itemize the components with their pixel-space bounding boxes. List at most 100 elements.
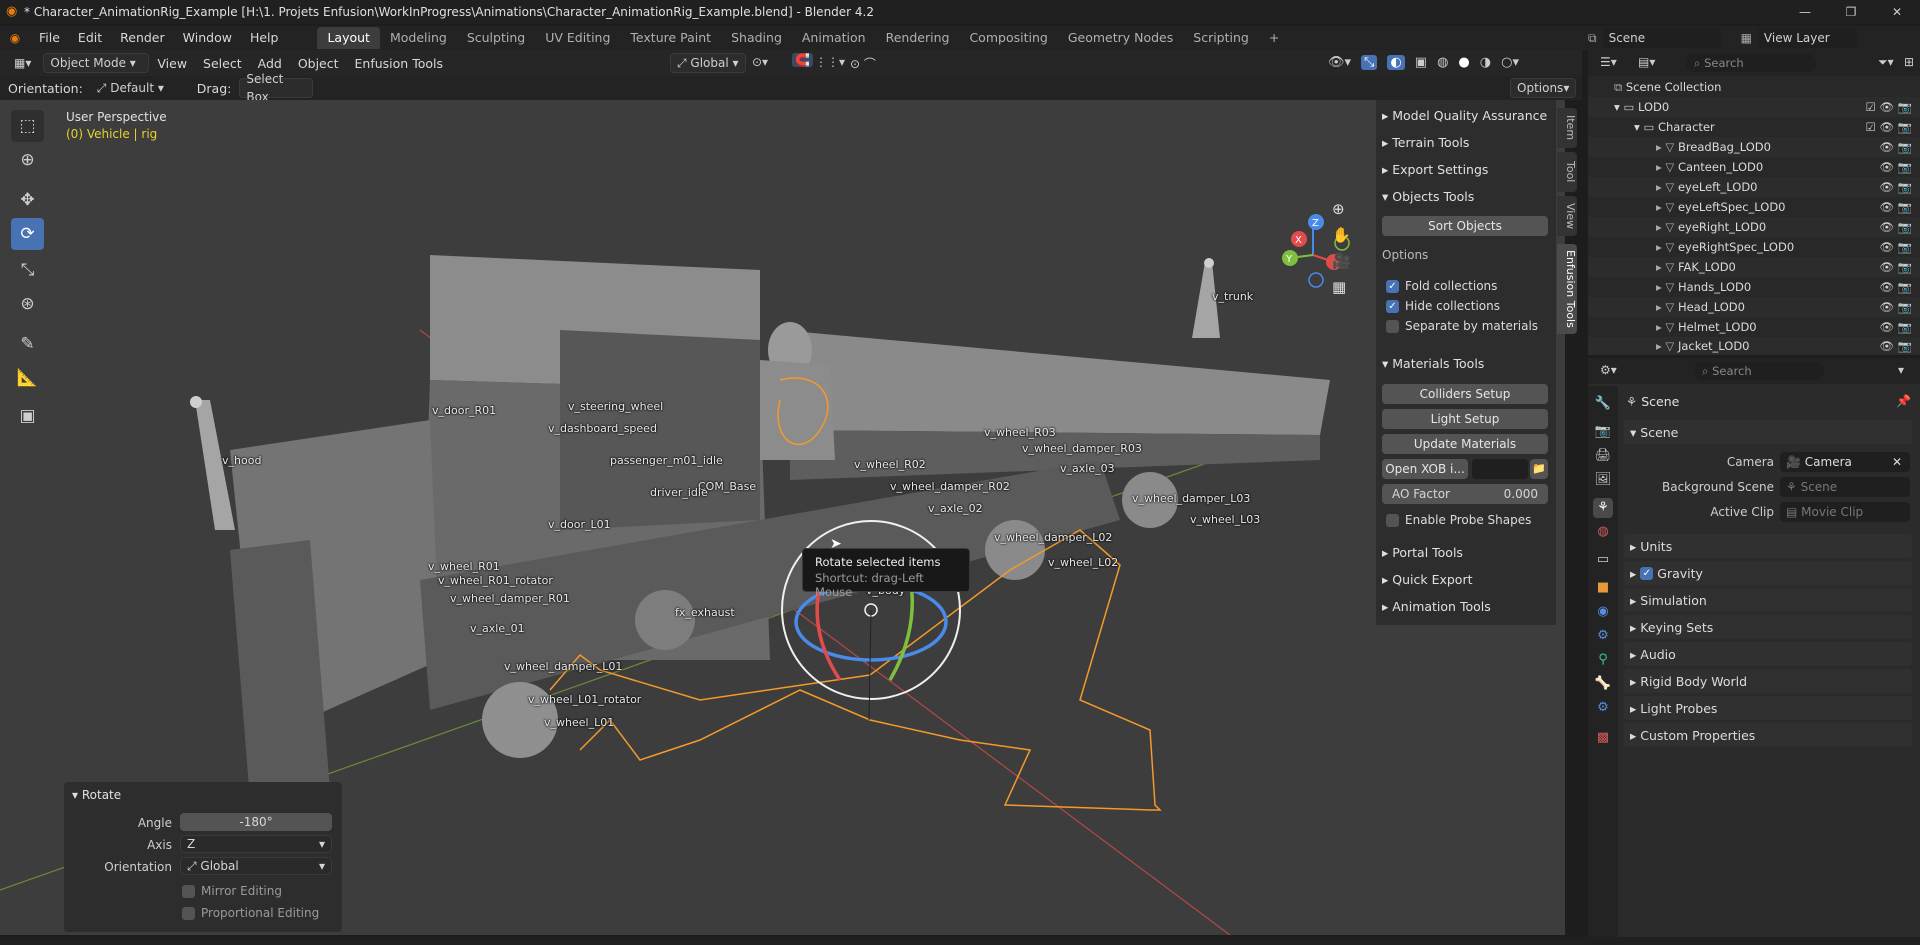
tab-modeling[interactable]: Modeling <box>380 27 457 49</box>
outliner-row-character[interactable]: ▾ ▭ Character ☑ 👁 📷 <box>1588 117 1920 137</box>
bone-tab-icon[interactable]: 🦴 <box>1593 674 1613 694</box>
overlay-toggle-icon[interactable]: ◐ <box>1387 55 1405 70</box>
properties-search-input[interactable]: ⌕ Search <box>1694 362 1824 380</box>
panel-gravity[interactable]: ▸ ✓ Gravity <box>1624 561 1912 585</box>
panel-light-probes[interactable]: ▸ Light Probes <box>1624 696 1912 720</box>
physics-tab-icon[interactable]: ◉ <box>1593 602 1613 622</box>
pin-icon[interactable]: 📌 <box>1896 394 1911 408</box>
panel-units[interactable]: ▸ Units <box>1624 534 1912 558</box>
output-tab-icon[interactable]: 🖨 <box>1593 446 1613 466</box>
scene-panel-header[interactable]: ▾ Scene <box>1624 420 1912 444</box>
tab-layout[interactable]: Layout <box>317 27 380 49</box>
colliders-setup-button[interactable]: Colliders Setup <box>1382 384 1548 404</box>
zoom-icon[interactable]: ⊕ <box>1332 200 1345 218</box>
proportional-editing-checkbox[interactable]: Proportional Editing <box>182 904 319 922</box>
transform-tool[interactable]: ⊛ <box>11 288 44 320</box>
outliner-row-object[interactable]: ▸ ▽ Canteen_LOD0 👁 📷 <box>1588 157 1920 177</box>
panel-rigid-body-world[interactable]: ▸ Rigid Body World <box>1624 669 1912 693</box>
measure-tool[interactable]: 📐 <box>11 362 44 394</box>
section-terrain-tools[interactable]: ▸ Terrain Tools <box>1382 132 1550 154</box>
bone-constraint-tab-icon[interactable]: ⚙ <box>1593 698 1613 718</box>
menu-edit[interactable]: Edit <box>69 26 111 50</box>
section-objects-tools[interactable]: ▾ Objects Tools <box>1382 186 1550 208</box>
visibility-icon[interactable]: 👁▾ <box>1328 55 1351 70</box>
separate-materials-checkbox[interactable]: Separate by materials <box>1386 317 1538 335</box>
constraints-tab-icon[interactable]: ⚙ <box>1593 626 1613 646</box>
editor-type-button[interactable]: ▦▾ <box>8 53 37 73</box>
tab-scripting[interactable]: Scripting <box>1183 27 1259 49</box>
npanel-tab-view[interactable]: View <box>1557 196 1577 236</box>
outliner-search-input[interactable]: ⌕ Search <box>1686 54 1816 72</box>
outliner-row-object[interactable]: ▸ ▽ FAK_LOD0 👁 📷 <box>1588 257 1920 277</box>
close-button[interactable]: ✕ <box>1874 0 1920 24</box>
outliner-row-object[interactable]: ▸ ▽ BreadBag_LOD0 👁 📷 <box>1588 137 1920 157</box>
gizmo-toggle-icon[interactable]: ⤡ <box>1361 55 1378 70</box>
minimize-button[interactable]: — <box>1782 0 1828 24</box>
pan-hand-icon[interactable]: ✋ <box>1332 226 1351 244</box>
panel-simulation[interactable]: ▸ Simulation <box>1624 588 1912 612</box>
tab-sculpting[interactable]: Sculpting <box>457 27 535 49</box>
npanel-tab-tool[interactable]: Tool <box>1557 152 1577 192</box>
outliner-row-object[interactable]: ▸ ▽ eyeLeftSpec_LOD0 👁 📷 <box>1588 197 1920 217</box>
snap-icon[interactable]: 🧲 <box>792 53 813 67</box>
menu-render[interactable]: Render <box>111 26 174 50</box>
transform-orientation-selector[interactable]: ⤢ Global ▾ <box>670 53 746 73</box>
outliner-row-object[interactable]: ▸ ▽ Jacket_LOD0 👁 📷 <box>1588 337 1920 355</box>
panel-custom-properties[interactable]: ▸ Custom Properties <box>1624 723 1912 747</box>
proportional-edit-icon[interactable]: ⊙ ⌒ <box>850 55 876 72</box>
orientation-dropdown[interactable]: ⤢ Global ▾ <box>180 857 332 875</box>
section-model-qa[interactable]: ▸ Model Quality Assurance <box>1382 105 1550 127</box>
blender-menu-icon[interactable]: ◉ <box>0 31 30 45</box>
add-cube-tool[interactable]: ▣ <box>11 400 44 432</box>
solid-shading-icon[interactable]: ● <box>1458 55 1469 70</box>
material-shading-icon[interactable]: ◑ <box>1480 55 1491 70</box>
filter-icon[interactable]: ⏷▾ <box>1878 55 1894 70</box>
select-box-tool[interactable]: ⬚ <box>11 110 44 142</box>
menu-window[interactable]: Window <box>174 26 241 50</box>
menu-object[interactable]: Object <box>290 56 347 71</box>
section-materials-tools[interactable]: ▾ Materials Tools <box>1382 353 1550 375</box>
texture-tab-icon[interactable]: ▩ <box>1593 728 1613 748</box>
update-materials-button[interactable]: Update Materials <box>1382 434 1548 454</box>
pivot-icon[interactable]: ⊙▾ <box>752 55 768 69</box>
tab-uv-editing[interactable]: UV Editing <box>535 27 620 49</box>
scale-tool[interactable]: ⤡ <box>11 254 44 286</box>
menu-select[interactable]: Select <box>195 56 250 71</box>
tab-rendering[interactable]: Rendering <box>876 27 960 49</box>
mirror-editing-checkbox[interactable]: Mirror Editing <box>182 882 282 900</box>
add-workspace-button[interactable]: + <box>1259 27 1289 49</box>
folder-icon[interactable]: 📁 <box>1530 459 1548 479</box>
fold-collections-checkbox[interactable]: ✓ Fold collections <box>1386 277 1497 295</box>
orientation-selector[interactable]: ⤢ Default ▾ <box>90 78 183 98</box>
hide-collections-checkbox[interactable]: ✓ Hide collections <box>1386 297 1500 315</box>
rendered-shading-icon[interactable]: ○▾ <box>1501 55 1519 70</box>
drag-selector[interactable]: Select Box <box>239 72 314 104</box>
npanel-tab-item[interactable]: Item <box>1557 108 1577 148</box>
cursor-tool[interactable]: ⊕ <box>11 144 44 176</box>
outliner-row-scene-collection[interactable]: ⧉ Scene Collection <box>1588 77 1920 97</box>
outliner-row-object[interactable]: ▸ ▽ eyeLeft_LOD0 👁 📷 <box>1588 177 1920 197</box>
mode-selector[interactable]: Object Mode ▾ <box>43 53 150 73</box>
camera-view-icon[interactable]: 🎥 <box>1332 252 1351 270</box>
view-layer-selector[interactable]: View Layer <box>1757 28 1858 48</box>
tab-geometry-nodes[interactable]: Geometry Nodes <box>1058 27 1183 49</box>
xob-path-field[interactable] <box>1472 459 1528 479</box>
menu-file[interactable]: File <box>30 26 69 50</box>
properties-editor-type-icon[interactable]: ⚙▾ <box>1600 363 1617 377</box>
maximize-button[interactable]: ❐ <box>1828 0 1874 24</box>
object-data-tab-icon[interactable]: ⚲ <box>1593 650 1613 670</box>
outliner-row-object[interactable]: ▸ ▽ Hands_LOD0 👁 📷 <box>1588 277 1920 297</box>
axis-dropdown[interactable]: Z ▾ <box>180 835 332 853</box>
new-collection-icon[interactable]: ⊞ <box>1904 55 1914 69</box>
outliner-row-object[interactable]: ▸ ▽ eyeRightSpec_LOD0 👁 📷 <box>1588 237 1920 257</box>
section-animation-tools[interactable]: ▸ Animation Tools <box>1382 596 1550 618</box>
view-layer-tab-icon[interactable]: 🖼 <box>1593 470 1613 490</box>
menu-view[interactable]: View <box>149 56 195 71</box>
outliner-row-lod0[interactable]: ▾ ▭ LOD0 ☑ 👁 📷 <box>1588 97 1920 117</box>
ao-factor-field[interactable]: AO Factor 0.000 <box>1382 484 1548 504</box>
scene-tab-icon[interactable]: ⚘ <box>1593 498 1613 518</box>
display-mode-icon[interactable]: ▤▾ <box>1638 55 1655 69</box>
panel-keying-sets[interactable]: ▸ Keying Sets <box>1624 615 1912 639</box>
active-clip-field[interactable]: ▤ Movie Clip <box>1780 502 1910 522</box>
sort-objects-button[interactable]: Sort Objects <box>1382 216 1548 236</box>
